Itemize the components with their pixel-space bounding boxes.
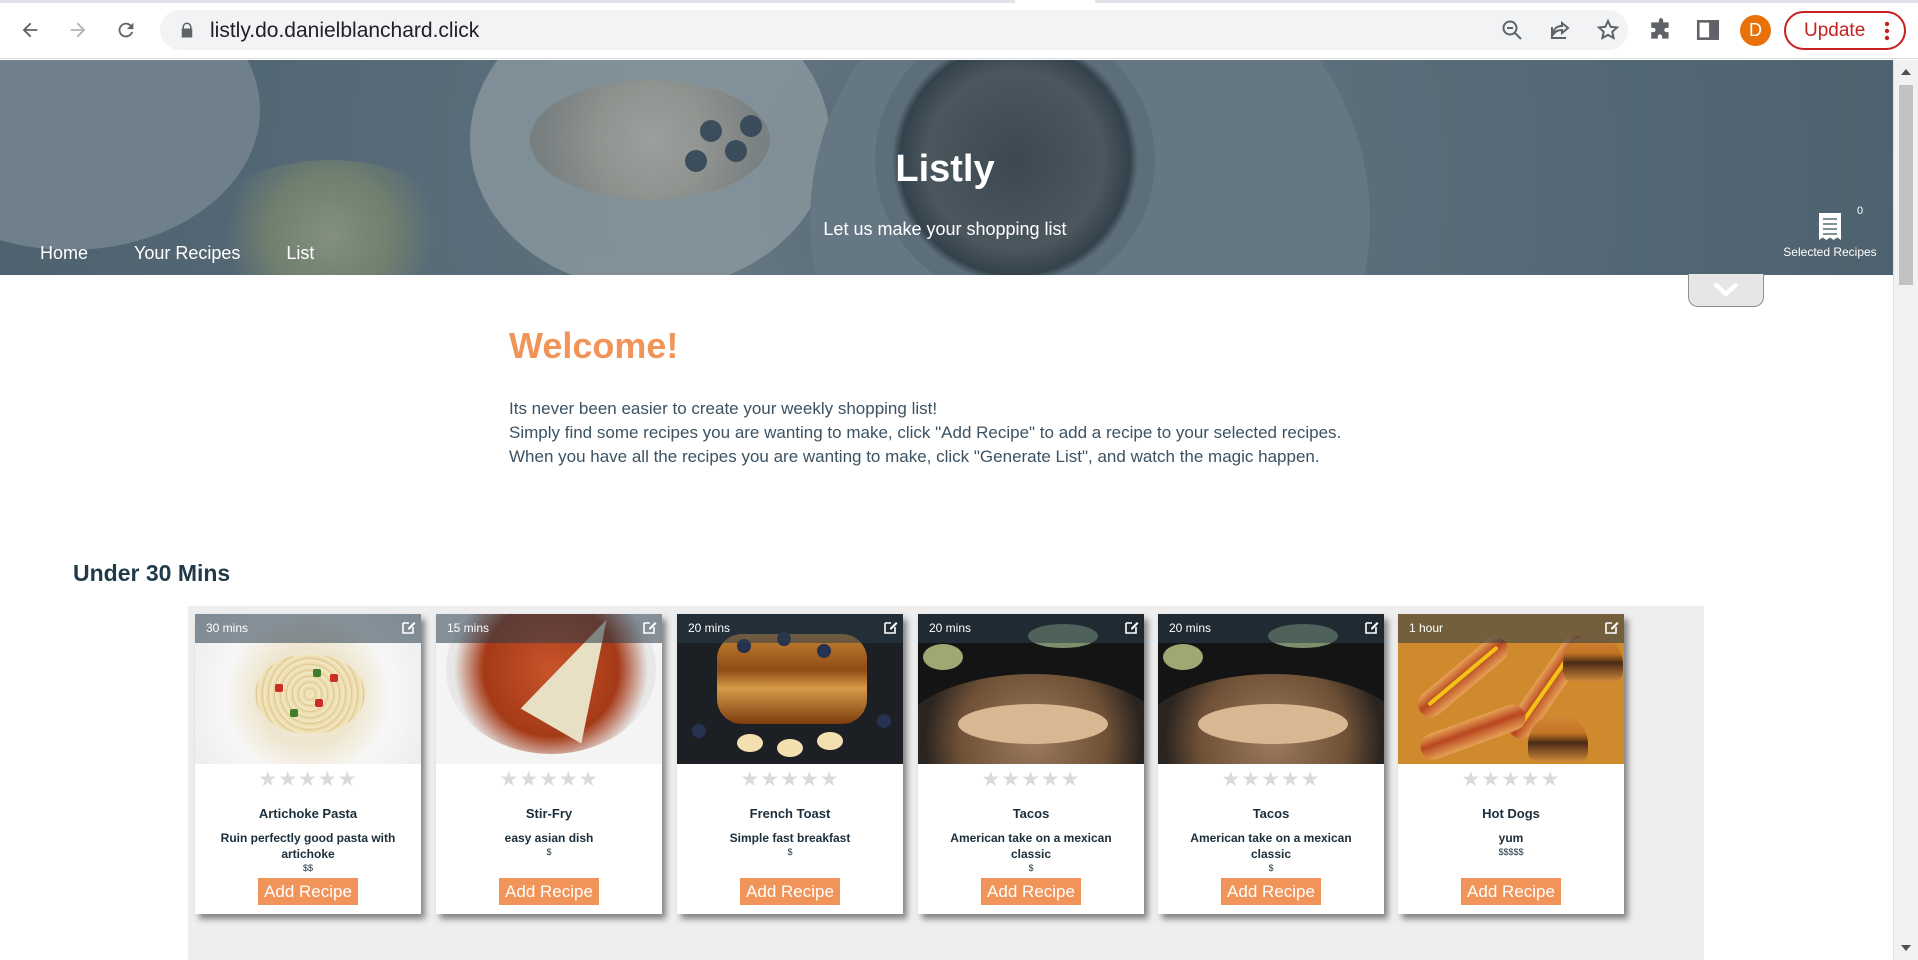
welcome-heading: Welcome! xyxy=(509,325,679,366)
recipe-name: Stir-Fry xyxy=(525,806,573,821)
nav-home[interactable]: Home xyxy=(40,243,88,264)
side-panel-icon[interactable] xyxy=(1695,17,1721,43)
edit-icon[interactable] xyxy=(1125,620,1139,634)
update-button[interactable]: Update xyxy=(1784,11,1906,50)
rating-stars[interactable]: ★★★★★ xyxy=(1398,767,1624,792)
tab-strip-edge xyxy=(0,0,1918,3)
rating-stars[interactable]: ★★★★★ xyxy=(195,767,421,792)
browser-toolbar: listly.do.danielblanchard.click D Update xyxy=(0,0,1918,59)
selected-recipes-label: Selected Recipes xyxy=(1783,245,1877,259)
scrollbar-thumb[interactable] xyxy=(1899,85,1913,285)
reload-icon xyxy=(118,22,134,38)
edit-icon[interactable] xyxy=(1365,620,1379,634)
selected-recipes-count: 0 xyxy=(1857,205,1864,217)
rating-stars[interactable]: ★★★★★ xyxy=(677,767,903,792)
share-icon[interactable] xyxy=(1548,18,1572,42)
recipe-card[interactable]: 20 mins ★★★★★ Tacos American take on a m… xyxy=(1158,614,1384,914)
recipe-price: $ xyxy=(1268,863,1274,873)
forward-button[interactable] xyxy=(60,12,96,48)
recipe-description-text: American take on a mexican classic xyxy=(1190,831,1352,861)
add-recipe-button[interactable]: Add Recipe xyxy=(740,878,840,905)
welcome-line-1: Its never been easier to create your wee… xyxy=(509,399,938,418)
recipe-time: 20 mins xyxy=(688,621,731,635)
edit-icon[interactable] xyxy=(884,620,898,634)
recipe-time: 30 mins xyxy=(206,621,249,635)
site-title: Listly xyxy=(895,148,995,190)
profile-avatar[interactable]: D xyxy=(1740,15,1771,46)
reload-button[interactable] xyxy=(108,12,144,48)
recipe-description: Simple fast breakfast $ xyxy=(695,830,885,858)
add-recipe-button[interactable]: Add Recipe xyxy=(981,878,1081,905)
recipe-description: Ruin perfectly good pasta with artichoke… xyxy=(213,830,403,874)
recipe-description: easy asian dish $ xyxy=(454,830,644,858)
recipe-price: $ xyxy=(787,847,793,857)
main-nav: Home Your Recipes List xyxy=(40,243,360,264)
recipe-time: 20 mins xyxy=(929,621,972,635)
welcome-line-2: Simply find some recipes you are wanting… xyxy=(509,423,1342,442)
recipe-description-text: easy asian dish xyxy=(504,831,594,845)
recipe-description-text: Ruin perfectly good pasta with artichoke xyxy=(220,831,396,861)
nav-list[interactable]: List xyxy=(286,243,314,264)
welcome-line-3: When you have all the recipes you are wa… xyxy=(509,447,1320,466)
recipe-name: Hot Dogs xyxy=(1482,806,1540,821)
add-recipe-button[interactable]: Add Recipe xyxy=(1221,878,1321,905)
page-viewport: Listly Let us make your shopping list Ho… xyxy=(0,60,1893,960)
recipe-description-text: American take on a mexican classic xyxy=(950,831,1112,861)
recipe-card[interactable]: 20 mins ★★★★★ Tacos American take on a m… xyxy=(918,614,1144,914)
site-tagline: Let us make your shopping list xyxy=(823,219,1067,239)
welcome-section: Welcome! Its never been easier to create… xyxy=(509,325,1509,469)
arrow-left-icon xyxy=(22,22,38,38)
recipe-time: 20 mins xyxy=(1169,621,1212,635)
extensions-puzzle-icon[interactable] xyxy=(1648,17,1674,43)
url-text[interactable]: listly.do.danielblanchard.click xyxy=(210,19,479,43)
selected-recipes-button[interactable]: 0 Selected Recipes xyxy=(1780,205,1880,271)
recipe-name: French Toast xyxy=(749,806,831,821)
expand-toggle-button[interactable] xyxy=(1688,274,1764,307)
rating-stars[interactable]: ★★★★★ xyxy=(918,767,1144,792)
back-button[interactable] xyxy=(12,12,48,48)
scroll-up-icon[interactable] xyxy=(1901,69,1911,75)
edit-icon[interactable] xyxy=(402,620,416,634)
address-bar[interactable]: listly.do.danielblanchard.click xyxy=(160,10,1628,50)
section-title-under-30: Under 30 Mins xyxy=(73,560,231,586)
recipe-description: yum $$$$$ xyxy=(1416,830,1606,858)
add-recipe-button[interactable]: Add Recipe xyxy=(1461,878,1561,905)
update-label: Update xyxy=(1804,19,1866,41)
chevron-down-icon xyxy=(1713,282,1739,298)
arrow-right-icon xyxy=(70,22,86,38)
edit-icon[interactable] xyxy=(1605,620,1619,634)
recipe-price: $ xyxy=(546,847,552,857)
recipe-name: Tacos xyxy=(1252,806,1290,821)
recipe-time: 15 mins xyxy=(447,621,490,635)
zoom-out-icon[interactable] xyxy=(1500,18,1524,42)
hero-banner: Listly Let us make your shopping list Ho… xyxy=(0,60,1893,275)
edit-icon[interactable] xyxy=(643,620,657,634)
lock-icon[interactable] xyxy=(178,21,196,39)
more-vertical-icon xyxy=(1884,21,1890,41)
recipe-description-text: yum xyxy=(1498,831,1524,845)
star-bookmark-icon[interactable] xyxy=(1596,18,1620,42)
recipe-name: Artichoke Pasta xyxy=(258,806,358,821)
rating-stars[interactable]: ★★★★★ xyxy=(436,767,662,792)
recipe-card[interactable]: 1 hour ★★★★★ Hot Dogs yum $$$$$ Add Recip… xyxy=(1398,614,1624,914)
recipe-card[interactable]: 30 mins ★★★★★ Artichoke Pasta Ruin perfe… xyxy=(195,614,421,914)
recipe-price: $$$$$ xyxy=(1498,847,1524,857)
recipe-description: American take on a mexican classic $ xyxy=(936,830,1126,874)
page-scrollbar[interactable] xyxy=(1893,60,1918,960)
recipe-time: 1 hour xyxy=(1409,621,1444,635)
scroll-down-icon[interactable] xyxy=(1901,945,1911,951)
recipe-description: American take on a mexican classic $ xyxy=(1176,830,1366,874)
receipt-icon xyxy=(1819,213,1841,240)
rating-stars[interactable]: ★★★★★ xyxy=(1158,767,1384,792)
recipe-price: $ xyxy=(1028,863,1034,873)
recipe-description-text: Simple fast breakfast xyxy=(729,831,851,845)
add-recipe-button[interactable]: Add Recipe xyxy=(258,878,358,905)
nav-your-recipes[interactable]: Your Recipes xyxy=(134,243,240,264)
recipe-name: Tacos xyxy=(1012,806,1050,821)
recipe-card[interactable]: 20 mins ★★★★★ French Toast Simple fast b… xyxy=(677,614,903,914)
add-recipe-button[interactable]: Add Recipe xyxy=(499,878,599,905)
recipe-card[interactable]: 15 mins ★★★★★ Stir-Fry easy asian dish $ … xyxy=(436,614,662,914)
recipe-carousel: 30 mins ★★★★★ Artichoke Pasta Ruin perfe… xyxy=(188,606,1704,960)
recipe-price: $$ xyxy=(302,863,313,873)
